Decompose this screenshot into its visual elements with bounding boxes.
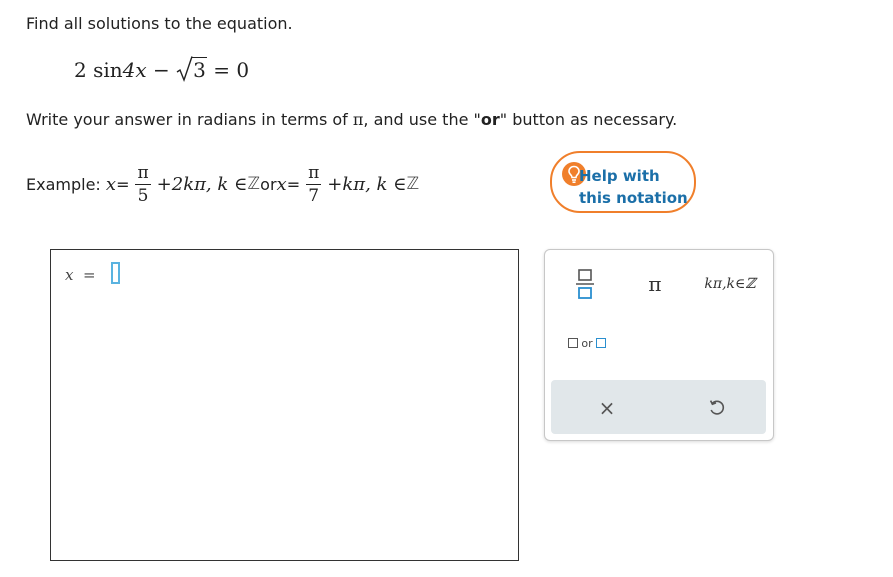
- answer-variable-label: x =: [65, 266, 96, 284]
- answer-variable: x: [65, 266, 74, 284]
- integer-set-symbol: ℤ: [406, 174, 420, 194]
- example-equals: =: [116, 174, 130, 194]
- undo-button[interactable]: [697, 388, 737, 428]
- help-line-1: Help with: [579, 167, 660, 185]
- help-with-notation-button[interactable]: Help with this notation: [550, 151, 696, 213]
- example-or: or: [260, 174, 277, 194]
- example-term-1: +2kπ, k ∈: [156, 173, 248, 195]
- k-pi-integer-button[interactable]: kπ,k∈ℤ: [695, 264, 765, 304]
- instruction-part: " button as necessary.: [499, 110, 678, 129]
- fraction-button[interactable]: [567, 264, 603, 304]
- answer-input-area[interactable]: x =: [50, 249, 519, 561]
- or-button[interactable]: or: [561, 328, 613, 358]
- equation-argument: 4x: [122, 58, 147, 82]
- pi-button[interactable]: π: [635, 264, 675, 304]
- fraction-numerator: π: [135, 162, 151, 185]
- fraction-denominator: 5: [137, 185, 149, 206]
- instruction-or-bold: or: [480, 110, 500, 129]
- fraction-denominator: 7: [308, 185, 320, 206]
- equation: 2 sin4x − 3 = 0: [74, 56, 250, 83]
- equation-coefficient: 2: [74, 58, 87, 82]
- example-equals-2: =: [286, 174, 301, 194]
- square-root: 3: [176, 56, 207, 83]
- radicand: 3: [192, 57, 207, 82]
- radical-sign-icon: [176, 56, 193, 83]
- clear-button[interactable]: ×: [587, 388, 627, 428]
- example-notation: Example: x = π 5 +2kπ, k ∈ ℤ or x = π 7 …: [26, 158, 419, 210]
- example-label: Example:: [26, 174, 101, 194]
- example-variable-2: x: [276, 173, 287, 195]
- instruction-part: Write your answer in radians in terms of: [26, 110, 353, 129]
- instruction-pi: π: [352, 110, 364, 129]
- or-label: or: [581, 336, 593, 350]
- example-fraction-2: π 7: [306, 162, 322, 206]
- answer-input-slot[interactable]: [111, 262, 120, 284]
- instruction-part: , and use the ": [363, 110, 481, 129]
- example-term-2: +kπ, k ∈: [327, 173, 407, 195]
- help-text: Help with this notation: [579, 165, 688, 209]
- fraction-numerator: π: [306, 162, 322, 185]
- integer-set-symbol: ℤ: [247, 174, 261, 194]
- equation-rhs: = 0: [213, 58, 250, 82]
- example-fraction-1: π 5: [135, 162, 151, 206]
- math-tool-palette: π kπ,k∈ℤ or ×: [544, 249, 774, 441]
- undo-icon: [709, 400, 725, 415]
- help-line-2: this notation: [579, 189, 688, 207]
- answer-equals: =: [83, 266, 96, 284]
- example-variable: x: [105, 173, 117, 195]
- question-prompt: Find all solutions to the equation.: [26, 14, 293, 33]
- or-right-box-icon: [595, 338, 606, 348]
- fraction-template-icon: [576, 269, 594, 299]
- or-left-box-icon: [568, 338, 579, 348]
- instruction-text: Write your answer in radians in terms of…: [26, 110, 677, 129]
- equation-function: sin: [93, 58, 123, 82]
- equation-minus: −: [153, 58, 170, 82]
- palette-action-bar: ×: [551, 380, 766, 434]
